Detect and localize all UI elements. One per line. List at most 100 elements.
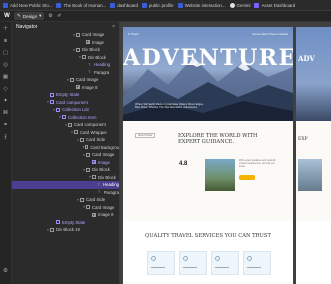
navigator-row[interactable]: T Paragra <box>12 69 119 77</box>
gear-icon[interactable]: ⚙ <box>47 13 53 19</box>
pages-icon[interactable]: ▢ <box>3 50 9 56</box>
box-icon <box>86 152 90 157</box>
service-card[interactable] <box>243 251 271 275</box>
navigator-row[interactable]: ▾ Div Block <box>12 54 119 62</box>
navigator-row[interactable]: ▾ Card component <box>12 121 119 129</box>
hero-menu[interactable]: Home About Tours Contact <box>252 32 288 36</box>
box-icon <box>62 115 66 120</box>
service-card[interactable] <box>211 251 239 275</box>
box-icon <box>86 205 90 210</box>
about-section[interactable]: About Travel EXPLORE THE WORLD WITH EXPE… <box>123 121 293 221</box>
assets-icon[interactable]: ▦ <box>3 74 9 80</box>
navigator-row[interactable]: ▾ Card Side <box>12 136 119 144</box>
box-icon <box>68 122 72 127</box>
about-tag[interactable]: About Travel <box>135 133 156 138</box>
bookmark-item[interactable]: dashboard <box>110 2 138 8</box>
navigator-row[interactable]: ▾ Card Image <box>12 151 119 159</box>
navigator-panel: Navigator × ▾ Card Image Image ▾ Div Block ▾ D… <box>12 22 120 284</box>
about-paragraph[interactable]: With expert guidance and carefully curat… <box>239 159 279 168</box>
navigator-row[interactable]: T Paragra <box>12 189 119 197</box>
services-section[interactable]: QUALITY TRAVEL SERVICES YOU CAN TRUST <box>123 221 293 284</box>
navigator-row-label: Card Wrapper <box>80 129 107 135</box>
plus-icon[interactable]: ＋ <box>3 26 9 32</box>
service-line <box>215 267 229 268</box>
styles-icon[interactable]: ✦ <box>3 98 9 104</box>
services-heading[interactable]: QUALITY TRAVEL SERVICES YOU CAN TRUST <box>123 233 293 239</box>
navigator-row[interactable]: Image <box>12 159 119 167</box>
breakpoint-preview[interactable]: ADV EXP <box>296 27 331 284</box>
close-icon[interactable]: × <box>112 24 115 30</box>
hero-subtitle[interactable]: Where Soft Earth Meets Crystal Clear Wat… <box>135 103 205 109</box>
box-icon <box>74 130 78 135</box>
service-icon <box>151 256 156 261</box>
about-image[interactable] <box>205 159 235 191</box>
brush-icon: ✎ <box>17 13 21 18</box>
navigator-row[interactable]: Empty State <box>12 91 119 99</box>
bookmark-item[interactable]: public profile <box>141 2 174 8</box>
components-icon[interactable]: ◇ <box>3 86 9 92</box>
hero-brand[interactable]: ≡ Travel <box>128 32 139 36</box>
navigator-row[interactable]: ▾ Collection Item <box>12 114 119 122</box>
navigator-row[interactable]: ▾ Card component <box>12 99 119 107</box>
bookmark-item[interactable]: Add New Public Sto... <box>3 2 53 8</box>
service-card[interactable] <box>179 251 207 275</box>
design-mode-button[interactable]: ✎ Design ▾ <box>14 12 45 20</box>
navigator-row-label: Card component <box>74 122 106 128</box>
navigator-row[interactable]: Empty State <box>12 219 119 227</box>
design-canvas[interactable]: ≡ Travel Home About Tours Contact ADVENT… <box>120 22 331 284</box>
bookmark-item[interactable]: Gemini <box>229 2 250 8</box>
navigator-row-label: Card Image <box>82 32 105 38</box>
layers-icon[interactable]: ≡ <box>3 38 9 44</box>
image-icon <box>86 40 90 45</box>
navigator-row[interactable]: ▾ Card Image <box>12 31 119 39</box>
navigator-row[interactable]: ▾ Collection List <box>12 106 119 114</box>
about-button[interactable] <box>239 175 255 180</box>
service-line <box>183 267 197 268</box>
cms-icon[interactable]: ◎ <box>3 62 9 68</box>
navigator-row[interactable]: Image 8 <box>12 211 119 219</box>
interactions-icon[interactable]: ⨍ <box>3 134 9 140</box>
box-icon <box>50 92 54 97</box>
favicon-icon <box>229 2 235 8</box>
navigator-row[interactable]: ▾ Card Side <box>12 196 119 204</box>
hero-section[interactable]: ≡ Travel Home About Tours Contact ADVENT… <box>123 27 293 121</box>
about-heading[interactable]: EXPLORE THE WORLD WITH EXPERT GUIDANCE. <box>178 133 258 145</box>
variables-icon[interactable]: ⌘ <box>3 110 9 116</box>
navigator-row[interactable]: Image <box>12 39 119 47</box>
pen-icon[interactable]: ✐ <box>56 13 62 19</box>
navigator-row[interactable]: T Heading <box>12 181 119 189</box>
bookmark-label: Add New Public Sto... <box>10 2 53 8</box>
service-icon <box>183 256 188 261</box>
page-preview[interactable]: ≡ Travel Home About Tours Contact ADVENT… <box>123 27 293 284</box>
navigator-row[interactable]: ▾ Div Block <box>12 166 119 174</box>
image-icon <box>92 160 96 165</box>
hero-heading[interactable]: ADVENTURE <box>123 45 293 71</box>
settings-icon[interactable]: ⚙ <box>3 268 9 274</box>
navigator-row-label: Div Block <box>88 54 106 60</box>
navigator-row[interactable]: T Heading <box>12 61 119 69</box>
service-icon <box>215 256 220 261</box>
navigator-header: Navigator × <box>12 22 119 31</box>
box-icon <box>56 107 60 112</box>
navigator-row-label: Empty State <box>62 219 86 225</box>
bookmark-item[interactable]: Website interaction... <box>177 2 226 8</box>
box-icon <box>84 145 89 150</box>
navigator-row[interactable]: ▾ Div Block 19 <box>12 226 119 234</box>
navigator-row[interactable]: ▾ Card Image <box>12 76 119 84</box>
bookmark-item[interactable]: The Book of Human... <box>56 2 106 8</box>
navigator-row[interactable]: ▾ Div Block <box>12 46 119 54</box>
webflow-logo[interactable]: W <box>3 13 11 19</box>
navigator-row-label: Image 8 <box>98 212 114 218</box>
bookmarks-bar: Add New Public Sto... The Book of Human..… <box>0 0 331 11</box>
navigator-row[interactable]: ▾ Card Backgrou <box>12 144 119 152</box>
navigator-row[interactable]: ▾ Div Block <box>12 174 119 182</box>
bookmark-item[interactable]: Asset Dashboard <box>254 2 295 8</box>
navigator-row[interactable]: Image 8 <box>12 84 119 92</box>
stat-value: 4.8 <box>179 161 188 167</box>
navigator-row[interactable]: ▾ Card Wrapper <box>12 129 119 137</box>
apps-icon[interactable]: ⚭ <box>3 122 9 128</box>
box-icon <box>92 175 96 180</box>
service-card[interactable] <box>147 251 175 275</box>
stat-card[interactable]: 4.8 <box>179 161 203 191</box>
navigator-row[interactable]: ▾ Card Image <box>12 204 119 212</box>
